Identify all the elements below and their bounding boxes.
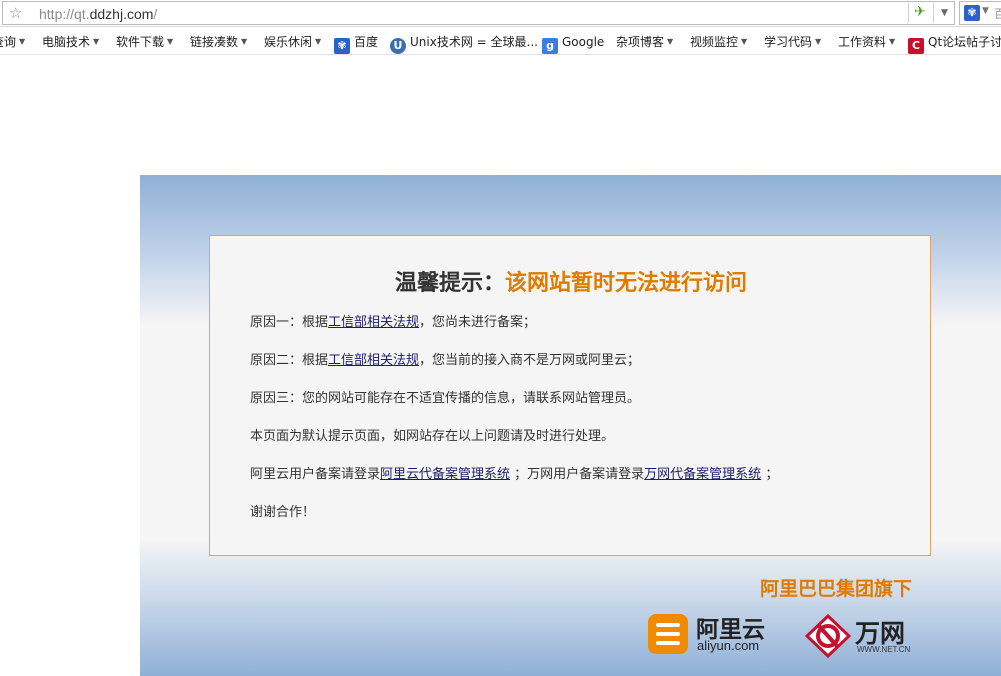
bookmark-folder[interactable]: 软件下载 ▼ [116,34,173,50]
wanwang-icon [805,614,851,658]
address-bar: ☆ http://qt.ddzhj.com/ ✈ ▼ ✾ ▼ 百 [0,0,1001,27]
bookmarks-bar: 查询▼ 电脑技术▼ 软件下载▼ 链接凑数▼ 娱乐休闲▼ ✾百度 UUnix技术网… [0,28,1001,55]
filing-instructions: 阿里云用户备案请登录阿里云代备案管理系统 ；万网用户备案请登录万网代备案管理系统… [250,467,779,482]
search-box[interactable]: ✾ ▼ 百 [959,1,1001,25]
bookmark-star-icon[interactable]: ☆ [9,4,22,22]
miit-regulation-link[interactable]: 工信部相关法规 [328,353,419,368]
thanks-text: 谢谢合作！ [250,505,316,520]
chevron-down-icon[interactable]: ▼ [982,6,989,16]
reason-three: 原因三：您的网站可能存在不适宜传播的信息，请联系网站管理员。 [250,391,641,406]
csdn-icon: C [908,38,924,54]
bookmark-link[interactable]: C Qt论坛帖子讨 [908,34,1001,54]
reason-one: 原因一：根据工信部相关法规，您尚未进行备案； [250,315,537,330]
aliyun-domain: aliyun.com [697,638,760,653]
bookmark-folder[interactable]: 杂项博客 ▼ [616,34,673,50]
wanwang-filing-link[interactable]: 万网代备案管理系统 [644,467,761,482]
baidu-paw-icon: ✾ [964,5,980,21]
aliyun-logo[interactable]: 阿里云 aliyun.com [648,612,778,656]
wanwang-domain: WWW.NET.CN [857,645,911,654]
bookmark-folder[interactable]: 学习代码 ▼ [764,34,821,50]
default-page-note: 本页面为默认提示页面，如网站存在以上问题请及时进行处理。 [250,429,615,444]
aliyun-icon [648,614,688,654]
bookmark-folder[interactable]: 工作资料 ▼ [838,34,895,50]
aliyun-filing-link[interactable]: 阿里云代备案管理系统 [380,467,510,482]
google-icon: g [542,38,558,54]
bookmark-link[interactable]: ✾ 百度 [334,34,378,54]
notice-panel: 温馨提示：该网站暂时无法进行访问 原因一：根据工信部相关法规，您尚未进行备案； … [209,235,931,556]
bookmark-folder[interactable]: 链接凑数 ▼ [190,34,247,50]
url-history-dropdown[interactable]: ▼ [933,3,955,23]
bookmark-link[interactable]: g Google [542,34,604,54]
go-button[interactable]: ✈ [908,3,932,23]
go-icon: ✈ [914,4,926,20]
url-field[interactable]: ☆ http://qt.ddzhj.com/ ✈ ▼ [2,1,955,25]
search-hint: 百 [994,7,1001,21]
group-label: 阿里巴巴集团旗下 [760,578,913,600]
baidu-paw-icon: ✾ [334,38,350,54]
bookmark-folder[interactable]: 查询▼ [0,34,25,50]
wanwang-logo[interactable]: 万网 WWW.NET.CN [805,612,935,660]
bookmark-folder[interactable]: 娱乐休闲 ▼ [264,34,321,50]
miit-regulation-link[interactable]: 工信部相关法规 [328,315,419,330]
bookmark-link[interactable]: U Unix技术网 = 全球最... [390,34,538,54]
url-text[interactable]: http://qt.ddzhj.com/ [39,6,157,22]
bookmark-folder[interactable]: 电脑技术 ▼ [42,34,99,50]
page-title: 温馨提示：该网站暂时无法进行访问 [394,271,748,296]
reason-two: 原因二：根据工信部相关法规，您当前的接入商不是万网或阿里云； [250,353,641,368]
unix-icon: U [390,38,406,54]
bookmark-folder[interactable]: 视频监控 ▼ [690,34,747,50]
